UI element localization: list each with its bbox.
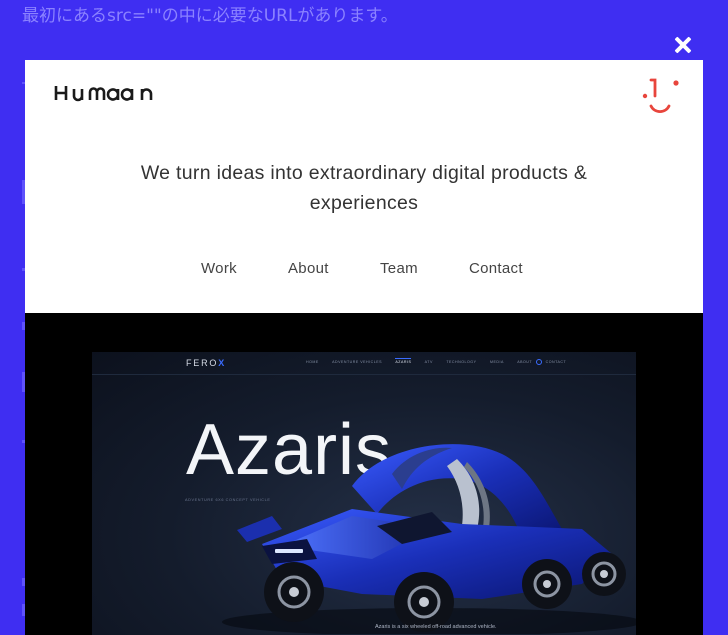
nav-link-team[interactable]: Team — [380, 260, 418, 277]
tagline: We turn ideas into extraordinary digital… — [140, 162, 588, 214]
nav-link-work[interactable]: Work — [201, 260, 237, 277]
background-instruction-text: 最初にあるsrc=""の中に必要なURLがあります。 — [22, 6, 398, 26]
preview-caption: Azaris is a six wheeled off-road advance… — [375, 624, 497, 630]
preview-brand-logo: FEROX — [186, 358, 227, 368]
nav-link-contact[interactable]: Contact — [469, 260, 523, 277]
project-preview-image[interactable]: FEROX HOME ADVENTURE VEHICLES AZARIS ATV… — [92, 352, 636, 635]
preview-nav-item: ATV — [424, 360, 433, 364]
preview-nav-item-active: AZARIS — [395, 358, 412, 364]
main-nav: Work About Team Contact — [25, 260, 703, 282]
preview-nav-item: ABOUT — [517, 360, 533, 364]
preview-nav-item: TECHNOLOGY — [446, 360, 477, 364]
preview-nav-item: ADVENTURE VEHICLES — [332, 360, 383, 364]
vehicle-image — [222, 444, 636, 634]
humaan-logo[interactable] — [54, 84, 158, 108]
modal-header: We turn ideas into extraordinary digital… — [25, 60, 703, 313]
preview-nav-item: MEDIA — [490, 360, 504, 364]
preview-nav-item: CONTACT — [545, 360, 567, 364]
preview-search-icon — [536, 359, 542, 365]
lightbox-modal: We turn ideas into extraordinary digital… — [25, 60, 703, 635]
humaan-wordmark — [54, 86, 153, 102]
preview-navbar: FEROX HOME ADVENTURE VEHICLES AZARIS ATV… — [92, 352, 636, 375]
close-icon[interactable] — [671, 33, 695, 57]
nav-link-about[interactable]: About — [288, 260, 329, 277]
preview-nav-item: HOME — [306, 360, 319, 364]
smiley-face-icon[interactable] — [639, 76, 681, 118]
